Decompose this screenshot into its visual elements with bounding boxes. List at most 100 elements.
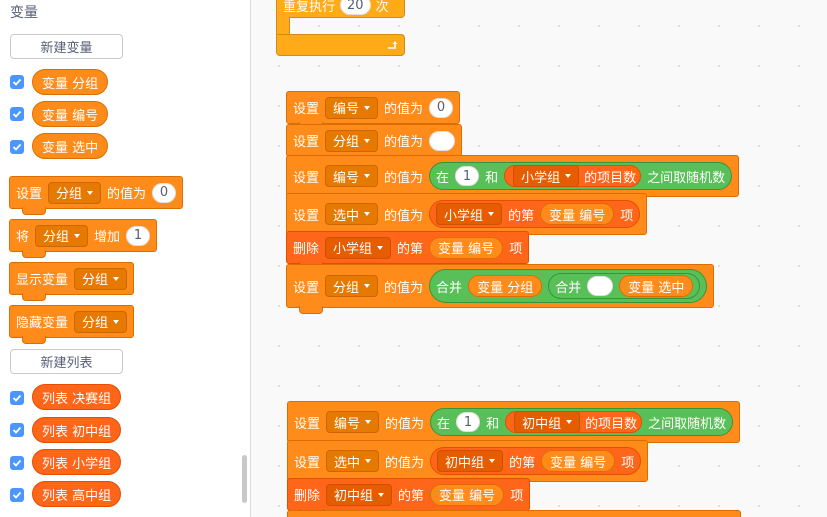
list-dropdown[interactable]: 小学组 [325,236,392,259]
set-group-block[interactable]: 设置 分组 的值为 [286,124,463,163]
delete-list-item-block-2[interactable]: 删除 初中组 的第 变量 编号 项 [287,478,531,517]
list-reporter-final[interactable]: 列表 决赛组 [32,384,122,410]
block-label: 将 [16,230,30,245]
block-label: 的值为 [107,187,147,202]
value-input[interactable]: 0 [152,182,177,203]
variable-dropdown[interactable]: 分组 [74,310,128,333]
chevron-down-icon [489,459,496,463]
palette-set-variable-block[interactable]: 设置 分组 的值为 0 [9,176,184,215]
set-group-join-block[interactable]: 设置 分组 的值为 合并 变量 分组 合并 变量 选中 [286,264,715,314]
set-number-random-block-2[interactable]: 设置 编号 的值为 在 1 和 初中组 的项目数 之间取随机数 [287,401,741,449]
list-checkbox-junior[interactable] [10,423,24,437]
dropdown-value: 初中组 [334,489,374,504]
palette-change-variable-block[interactable]: 将 分组 增加 1 [9,219,158,258]
dropdown-value: 选中 [333,208,360,224]
variable-dropdown[interactable]: 选中 [326,450,380,472]
palette-hide-variable-block[interactable]: 隐藏变量 分组 [9,305,135,344]
variable-dropdown[interactable]: 分组 [325,129,379,152]
variable-dropdown[interactable]: 分组 [74,267,128,290]
variable-dropdown[interactable]: 编号 [326,411,380,433]
set-number-random-block[interactable]: 设置 编号 的值为 在 1 和 小学组 的项目数 之间取随机数 [286,155,740,203]
chevron-down-icon [364,138,371,143]
list-dropdown[interactable]: 初中组 [326,483,393,506]
value-input[interactable] [429,130,456,151]
list-reporter-primary[interactable]: 列表 小学组 [32,449,122,475]
variable-reporter-number[interactable]: 变量 编号 [540,203,615,225]
block-label: 项 [510,489,524,504]
block-label: 次 [375,0,389,15]
list-length-reporter[interactable]: 初中组 的项目数 [505,411,643,433]
random-operator[interactable]: 在 1 和 小学组 的项目数 之间取随机数 [429,162,733,190]
variable-reporter-selected[interactable]: 变量 选中 [32,133,109,159]
chevron-down-icon [378,492,385,497]
list-length-reporter[interactable]: 小学组 的项目数 [504,165,642,187]
variable-reporter-group[interactable]: 变量 分组 [468,275,543,297]
random-operator[interactable]: 在 1 和 初中组 的项目数 之间取随机数 [430,408,734,436]
value-input[interactable]: 0 [429,97,454,118]
list-checkbox-senior[interactable] [10,488,24,502]
code-workspace[interactable]: 重复执行 20 次 设置 编号 的值为 0 设置 分组 的值为 设置 编号 的值… [251,0,827,517]
chevron-down-icon [74,233,81,238]
list-item-reporter[interactable]: 小学组 的第 变量 编号 项 [429,200,641,228]
set-selected-block-2[interactable]: 设置 选中 的值为 初中组 的第 变量 编号 项 [287,440,649,488]
check-icon [12,394,22,402]
variable-reporter-number[interactable]: 变量 编号 [541,450,616,472]
join-operator[interactable]: 合并 变量 分组 合并 变量 选中 [429,269,708,303]
variable-reporter-selected[interactable]: 变量 选中 [619,275,694,297]
partial-block[interactable] [287,510,741,517]
check-icon [12,426,22,434]
delete-list-item-block[interactable]: 删除 小学组 的第 变量 编号 项 [286,231,530,270]
variable-reporter-number[interactable]: 变量 编号 [430,483,505,506]
from-input[interactable]: 1 [456,412,481,432]
operator-label: 之间取随机数 [647,170,726,186]
list-dropdown[interactable]: 小学组 [436,203,503,225]
repeat-block-footer [276,34,405,56]
value-input[interactable]: 1 [126,225,151,246]
variable-dropdown[interactable]: 编号 [325,165,379,187]
block-label: 设置 [293,102,320,117]
new-list-button[interactable]: 新建列表 [10,349,123,374]
reporter-label: 项 [621,455,635,471]
variable-checkbox-number[interactable] [10,107,24,121]
dropdown-value: 编号 [333,170,360,186]
block-label: 项 [509,242,523,257]
list-item-reporter[interactable]: 初中组 的第 变量 编号 项 [430,447,642,475]
list-dropdown[interactable]: 初中组 [514,411,581,433]
palette-scrollbar[interactable] [240,0,249,517]
reporter-label: 项 [620,208,634,224]
variable-reporter-number[interactable]: 变量 编号 [32,101,109,127]
reporter-label: 的第 [509,455,536,471]
set-selected-block[interactable]: 设置 选中 的值为 小学组 的第 变量 编号 项 [286,193,648,241]
variable-reporter-group[interactable]: 变量 分组 [32,69,109,95]
dropdown-value: 编号 [334,416,361,432]
palette-show-variable-block[interactable]: 显示变量 分组 [9,262,135,301]
variable-reporter-number[interactable]: 变量 编号 [429,236,504,259]
block-label: 的第 [398,489,425,504]
palette-scrollbar-thumb[interactable] [242,455,247,503]
list-reporter-senior[interactable]: 列表 高中组 [32,481,122,507]
repeat-count-input[interactable]: 20 [340,0,371,15]
join-operator-inner[interactable]: 合并 变量 选中 [548,273,701,299]
list-checkbox-final[interactable] [10,391,24,405]
variable-dropdown[interactable]: 分组 [35,224,89,247]
variable-checkbox-selected[interactable] [10,140,24,154]
list-reporter-junior[interactable]: 列表 初中组 [32,417,122,443]
repeat-block-arm [276,17,290,35]
chevron-down-icon [365,420,372,424]
set-number-block[interactable]: 设置 编号 的值为 0 [286,91,461,130]
list-dropdown[interactable]: 小学组 [513,165,580,187]
variable-dropdown[interactable]: 编号 [325,96,379,119]
block-label: 隐藏变量 [16,316,69,331]
variable-dropdown[interactable]: 分组 [48,181,102,204]
chevron-down-icon [113,276,120,281]
variable-dropdown[interactable]: 选中 [325,203,379,225]
list-dropdown[interactable]: 初中组 [437,450,504,472]
list-checkbox-primary[interactable] [10,456,24,470]
value-input[interactable] [587,276,614,296]
block-label: 设置 [293,135,320,150]
from-input[interactable]: 1 [455,166,480,186]
repeat-block[interactable]: 重复执行 20 次 [276,0,405,18]
new-variable-button[interactable]: 新建变量 [10,34,123,59]
variable-checkbox-group[interactable] [10,75,24,89]
variable-dropdown[interactable]: 分组 [325,275,379,297]
